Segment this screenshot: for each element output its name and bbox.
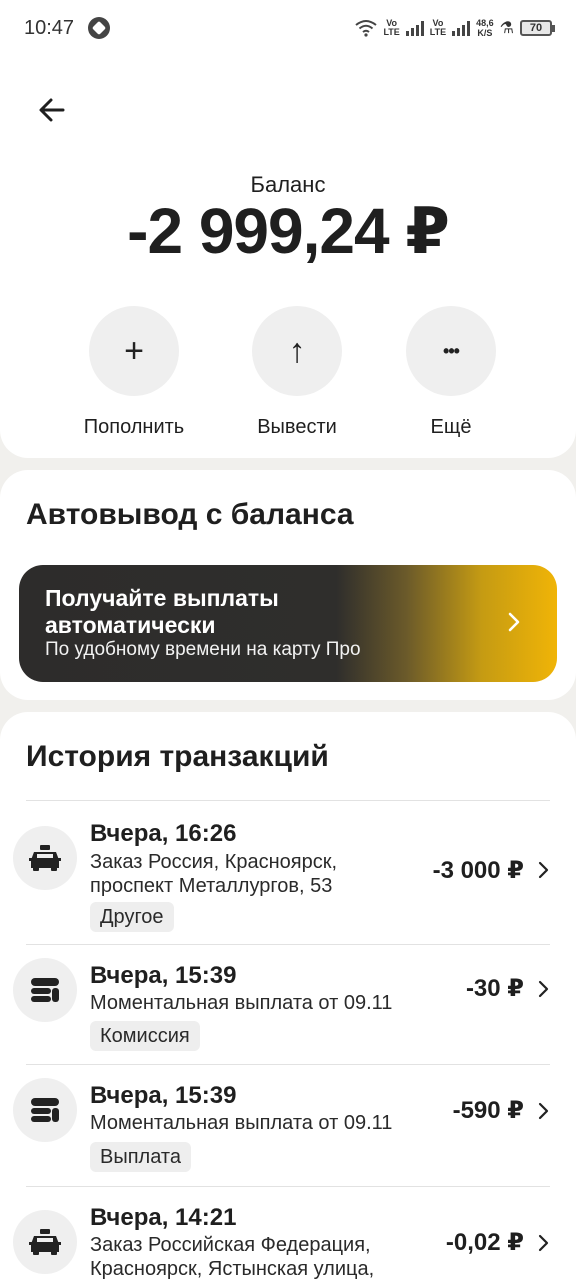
transaction-category-badge: Комиссия bbox=[90, 1021, 200, 1051]
top-up-label: Пополнить bbox=[83, 416, 185, 438]
signal-icon-2 bbox=[452, 20, 471, 36]
autowithdraw-title: Автовывод с баланса bbox=[26, 498, 354, 531]
status-time: 10:47 bbox=[24, 16, 75, 39]
chevron-right-icon bbox=[538, 861, 549, 879]
top-up-button[interactable]: + Пополнить bbox=[59, 306, 209, 439]
arrow-up-icon: ↑ bbox=[252, 306, 342, 396]
transaction-description: Заказ Российская Федерация, Красноярск, … bbox=[90, 1234, 375, 1280]
transaction-row[interactable]: Вчера, 16:26 Заказ Россия, Красноярск, п… bbox=[0, 800, 576, 944]
lte-indicator: Vo LTE bbox=[383, 18, 400, 37]
chevron-right-icon bbox=[538, 1234, 549, 1252]
network-speed: 48,6 K/S bbox=[476, 18, 494, 38]
chevron-right-icon bbox=[538, 980, 549, 998]
transaction-description: Моментальная выплата от 09.11 bbox=[90, 992, 393, 1014]
transaction-date: Вчера, 15:39 bbox=[90, 962, 237, 989]
transaction-category-badge: Другое bbox=[90, 902, 174, 932]
withdraw-label: Вывести bbox=[257, 416, 337, 438]
transaction-row[interactable]: Вчера, 14:21 Заказ Российская Федерация,… bbox=[0, 1186, 576, 1280]
transaction-row[interactable]: Вчера, 15:39 Моментальная выплата от 09.… bbox=[0, 944, 576, 1064]
transaction-amount: -30 ₽ bbox=[465, 975, 524, 1002]
transaction-amount: -590 ₽ bbox=[452, 1097, 524, 1124]
back-button[interactable] bbox=[30, 88, 74, 132]
plus-icon: + bbox=[89, 306, 179, 396]
transaction-description: Заказ Россия, Красноярск, проспект Метал… bbox=[90, 851, 338, 897]
balance-value: -2 999,24 ₽ bbox=[127, 195, 450, 267]
status-bar: 10:47 Vo LTE Vo LTE 48,6 K/S ⚗ 70 bbox=[0, 0, 576, 56]
transaction-date: Вчера, 15:39 bbox=[90, 1082, 237, 1109]
transaction-date: Вчера, 16:26 bbox=[90, 820, 237, 847]
history-title: История транзакций bbox=[26, 740, 329, 773]
more-button[interactable]: ••• Ещё bbox=[376, 306, 526, 439]
autowithdraw-promo-banner[interactable]: Получайте выплаты автоматически По удобн… bbox=[19, 565, 557, 682]
promo-subtitle: По удобному времени на карту Про bbox=[45, 639, 361, 660]
payout-icon bbox=[13, 958, 77, 1022]
chevron-right-icon bbox=[538, 1102, 549, 1120]
lte-indicator-2: Vo LTE bbox=[429, 18, 447, 37]
autowithdraw-card: Автовывод с баланса Получайте выплаты ав… bbox=[0, 470, 576, 700]
taxi-icon bbox=[13, 1210, 77, 1274]
signal-icon bbox=[405, 20, 424, 36]
arrow-left-icon bbox=[39, 98, 65, 122]
withdraw-button[interactable]: ↑ Вывести bbox=[222, 306, 372, 439]
transaction-amount: -0,02 ₽ bbox=[445, 1229, 524, 1256]
notification-icon bbox=[88, 17, 111, 39]
more-icon: ••• bbox=[406, 306, 496, 396]
status-icons: Vo LTE Vo LTE 48,6 K/S ⚗ 70 bbox=[355, 18, 555, 38]
transaction-history-card: История транзакций Вчера, 16:26 Заказ Ро… bbox=[0, 712, 576, 1280]
transaction-date: Вчера, 14:21 bbox=[90, 1204, 237, 1231]
transaction-description: Моментальная выплата от 09.11 bbox=[90, 1112, 393, 1134]
transaction-amount: -3 000 ₽ bbox=[432, 857, 524, 884]
battery-icon: 70 bbox=[520, 20, 555, 36]
payout-icon bbox=[13, 1078, 77, 1142]
wifi-icon bbox=[355, 19, 378, 37]
taxi-icon bbox=[13, 826, 77, 890]
more-label: Ещё bbox=[430, 416, 472, 438]
transaction-row[interactable]: Вчера, 15:39 Моментальная выплата от 09.… bbox=[0, 1064, 576, 1186]
flask-icon: ⚗ bbox=[499, 20, 514, 37]
chevron-right-icon bbox=[508, 612, 520, 632]
promo-title: Получайте выплаты автоматически bbox=[45, 585, 279, 638]
transaction-category-badge: Выплата bbox=[90, 1142, 191, 1172]
